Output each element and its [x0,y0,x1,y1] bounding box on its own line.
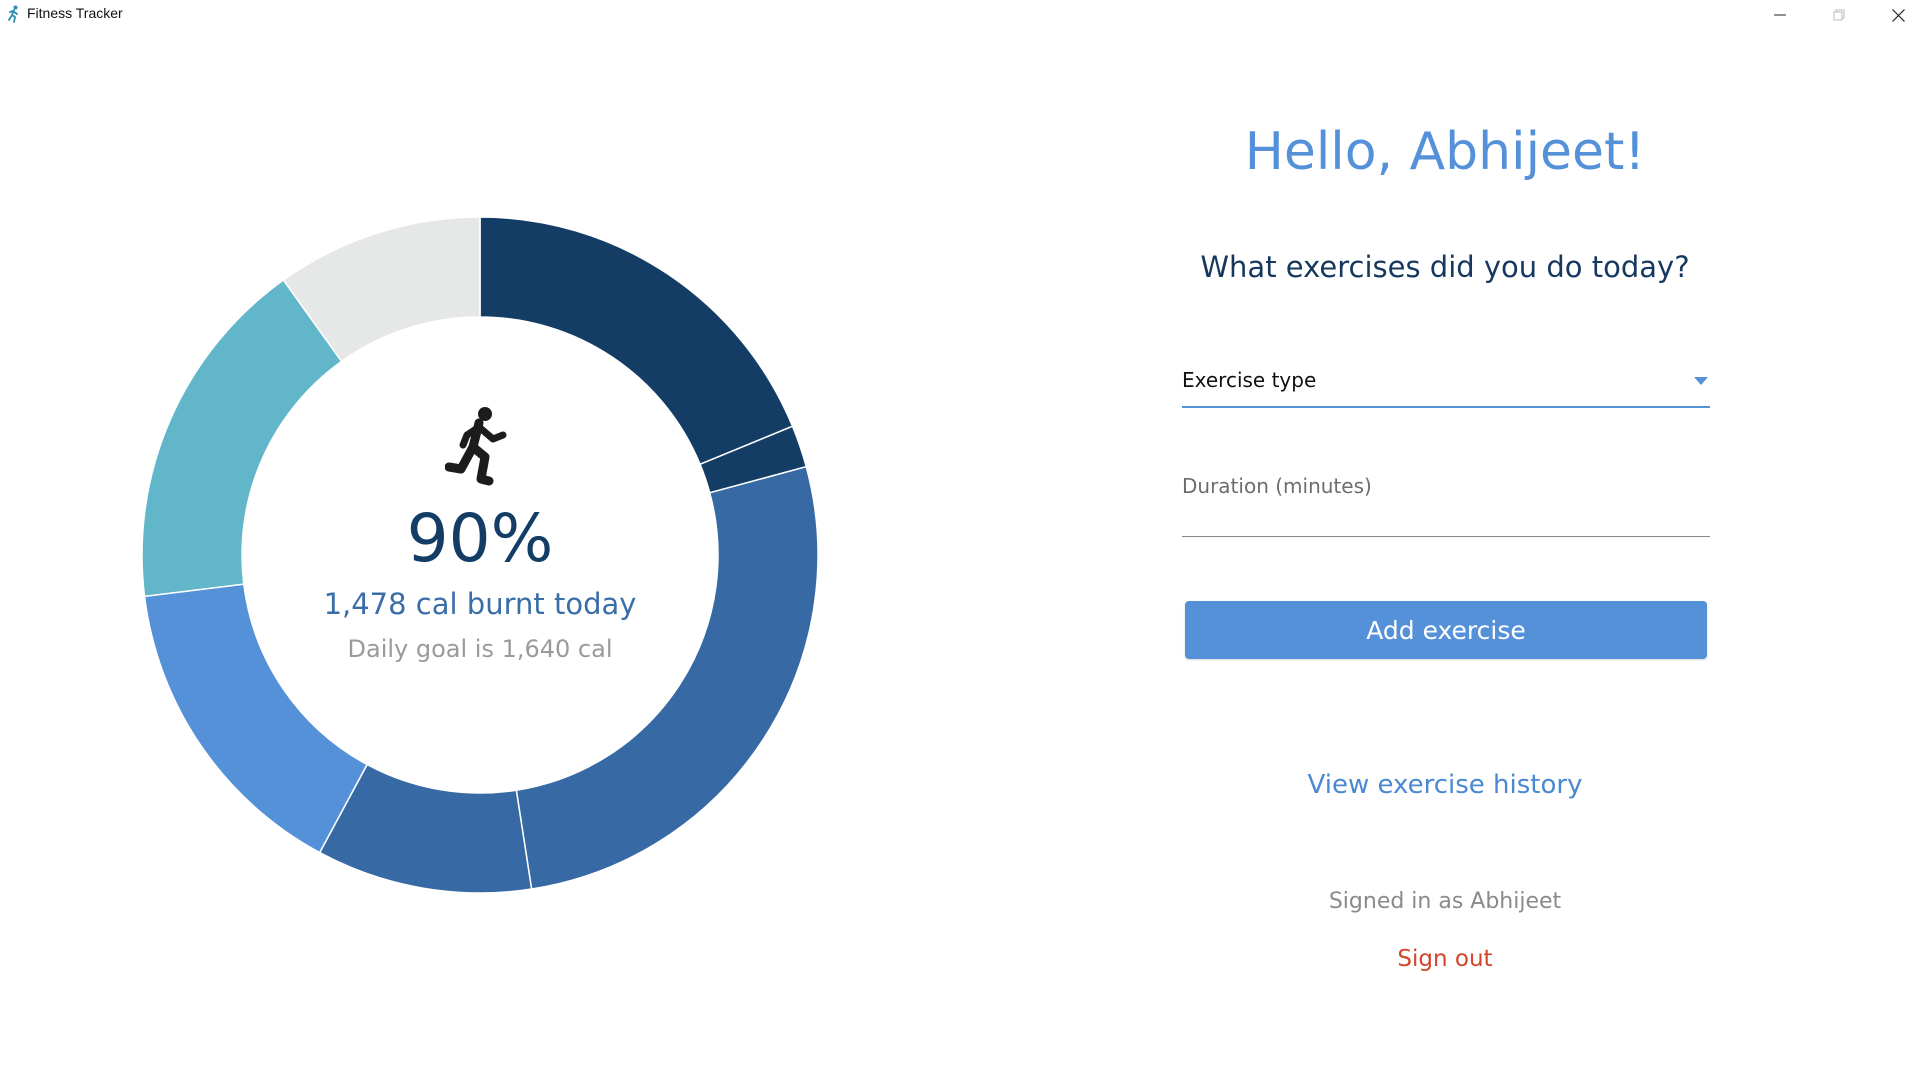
calories-burnt-label: 1,478 cal burnt today [323,587,637,621]
greeting-heading: Hello, Abhijeet! [1244,122,1646,182]
sign-out-link[interactable]: Sign out [1180,946,1710,972]
duration-input[interactable]: Duration (minutes) [1182,470,1710,537]
exercise-type-label: Exercise type [1182,368,1317,392]
signed-in-status: Signed in as Abhijeet [1328,889,1562,914]
app-title: Fitness Tracker [27,5,123,21]
chart-center-summary: 90% 1,478 cal burnt today Daily goal is … [130,405,830,663]
exercise-form-panel: Hello, Abhijeet! What exercises did you … [1180,0,1710,1080]
goal-percent: 90% [406,500,554,577]
chevron-down-icon [1694,377,1708,385]
exercise-question: What exercises did you do today? [1200,250,1690,284]
minimize-button[interactable] [1756,0,1804,30]
restore-icon [1833,9,1845,21]
daily-goal-label: Daily goal is 1,640 cal [347,635,613,663]
running-person-icon [8,5,18,23]
running-person-icon [445,407,507,486]
minimize-icon [1774,14,1786,16]
exercise-type-dropdown[interactable]: Exercise type [1182,364,1710,408]
close-icon [1891,8,1905,22]
maximize-button[interactable] [1815,0,1863,30]
close-button[interactable] [1874,0,1920,30]
view-history-link[interactable]: View exercise history [1180,770,1710,800]
add-exercise-button[interactable]: Add exercise [1185,601,1707,659]
duration-label: Duration (minutes) [1182,474,1372,498]
